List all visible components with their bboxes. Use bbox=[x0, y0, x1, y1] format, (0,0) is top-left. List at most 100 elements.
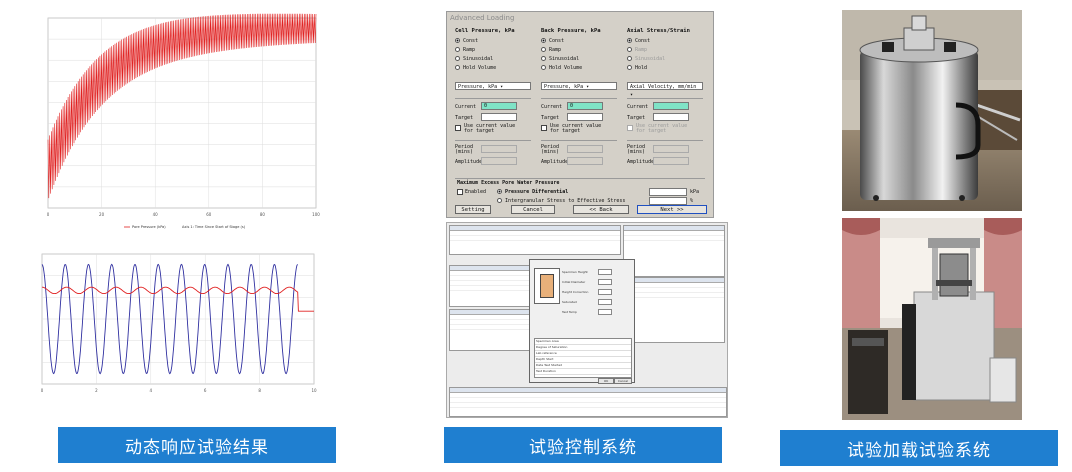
period-label: Period (mins) bbox=[541, 144, 560, 155]
load-mode-option[interactable]: Sinusoidal bbox=[455, 54, 539, 63]
cancel-button[interactable]: Cancel bbox=[511, 205, 555, 214]
period-label: Period (mins) bbox=[627, 144, 646, 155]
column-heading: Back Pressure, kPa bbox=[541, 28, 601, 34]
column-heading: Axial Stress/Strain bbox=[627, 28, 690, 34]
current-field[interactable]: 0 bbox=[567, 102, 603, 110]
current-label: Current bbox=[627, 104, 649, 110]
load-mode-option[interactable]: Const bbox=[455, 36, 539, 45]
use-current-checkbox[interactable] bbox=[627, 125, 633, 131]
loading-column: Back Pressure, kPa Const Ramp Sinusoidal Hol… bbox=[541, 28, 625, 72]
current-field[interactable]: 0 bbox=[481, 102, 517, 110]
radio-icon bbox=[627, 56, 632, 61]
right-info-pane bbox=[633, 277, 725, 343]
load-mode-option[interactable]: Ramp bbox=[455, 45, 539, 54]
option-label: Ramp bbox=[463, 46, 476, 53]
radio-icon bbox=[455, 65, 460, 70]
load-mode-option[interactable]: Const bbox=[541, 36, 625, 45]
radio-icon bbox=[541, 56, 546, 61]
option-label: Sinusoidal bbox=[549, 55, 580, 62]
radio-icon bbox=[541, 65, 546, 70]
load-mode-option[interactable]: Hold Volume bbox=[455, 63, 539, 72]
separator bbox=[627, 98, 703, 99]
loading-column: Cell Pressure, kPa Const Ramp Sinusoidal Hol… bbox=[455, 28, 539, 72]
excess-pressure-title: Maximum Excess Pore Water Pressure bbox=[457, 180, 560, 186]
next-button[interactable]: Next >> bbox=[637, 205, 707, 214]
unit-select[interactable]: Pressure, kPa ▾ bbox=[455, 82, 531, 90]
amplitude-field[interactable] bbox=[567, 157, 603, 165]
separator bbox=[541, 140, 617, 141]
loading-column: Axial Stress/Strain Const Ramp Sinusoidal Ho… bbox=[627, 28, 711, 72]
x-tick-label: 60 bbox=[206, 212, 212, 217]
load-mode-option[interactable]: Const bbox=[627, 36, 711, 45]
pressure-differential-label: Pressure Differential bbox=[505, 189, 569, 195]
separator bbox=[455, 98, 531, 99]
back-button[interactable]: << Back bbox=[573, 205, 629, 214]
period-label: Period (mins) bbox=[455, 144, 474, 155]
unit-select[interactable]: Axial Velocity, mm/min ▾ bbox=[627, 82, 703, 98]
load-mode-option[interactable]: Ramp bbox=[627, 45, 711, 54]
legend-entry: Axis 1: Time Since Start of Stage (s) bbox=[182, 225, 246, 229]
x-tick-label: 2 bbox=[95, 388, 98, 393]
period-field[interactable] bbox=[653, 145, 689, 153]
specimen-field-label: Specimen Height bbox=[562, 270, 588, 274]
x-tick-label: 8 bbox=[258, 388, 261, 393]
caption-control-system: 试验控制系统 bbox=[444, 427, 722, 463]
specimen-field-input[interactable] bbox=[598, 299, 612, 305]
pore-pressure-chart: 0 20 40 60 80 100 Pore Pressure (kPa) Axis 1: T… bbox=[47, 13, 320, 229]
legend-entry: Pore Pressure (kPa) bbox=[132, 225, 166, 229]
option-label: Const bbox=[463, 37, 479, 44]
dynamic-stress-chart-panel: 0 2 4 6 8 10 bbox=[32, 246, 324, 402]
specimen-field-input[interactable] bbox=[598, 269, 612, 275]
radio-icon bbox=[455, 47, 460, 52]
enabled-checkbox[interactable] bbox=[457, 189, 463, 195]
load-mode-option[interactable]: Hold Volume bbox=[541, 63, 625, 72]
load-mode-option[interactable]: Ramp bbox=[541, 45, 625, 54]
setting-button[interactable]: Setting bbox=[455, 205, 491, 214]
period-field[interactable] bbox=[481, 145, 517, 153]
current-label: Current bbox=[455, 104, 477, 110]
load-mode-option[interactable]: Hold bbox=[627, 63, 711, 72]
stages-pane bbox=[449, 265, 535, 307]
target-field[interactable] bbox=[567, 113, 603, 121]
target-label: Target bbox=[627, 115, 646, 121]
amplitude-label: Amplitude bbox=[455, 159, 483, 165]
load-mode-option[interactable]: Sinusoidal bbox=[627, 54, 711, 63]
specimen-field-label: Test Temp bbox=[562, 310, 577, 314]
period-field[interactable] bbox=[567, 145, 603, 153]
sw-ok-button[interactable]: OK bbox=[598, 378, 614, 384]
caption-dynamic-response: 动态响应试验结果 bbox=[58, 427, 336, 463]
sw-cancel-button[interactable]: Cancel bbox=[614, 378, 632, 384]
ratio-field[interactable] bbox=[649, 197, 687, 205]
log-pane bbox=[449, 387, 727, 417]
specimen-field-input[interactable] bbox=[598, 289, 612, 295]
use-current-label: Use current value for target bbox=[464, 123, 516, 134]
target-field[interactable] bbox=[481, 113, 517, 121]
use-current-checkbox[interactable] bbox=[541, 125, 547, 131]
current-field[interactable] bbox=[653, 102, 689, 110]
x-tick-label: 100 bbox=[312, 212, 320, 217]
load-mode-option[interactable]: Sinusoidal bbox=[541, 54, 625, 63]
specimen-field-label: Saturated bbox=[562, 300, 577, 304]
intergranular-ratio-label: Intergranular Stress to Effective Stress bbox=[505, 198, 626, 204]
specimen-icon bbox=[540, 274, 554, 298]
x-tick-label: 40 bbox=[153, 212, 159, 217]
specimen-field-input[interactable] bbox=[598, 279, 612, 285]
amplitude-field[interactable] bbox=[481, 157, 517, 165]
x-tick-label: 6 bbox=[204, 388, 207, 393]
control-software-screenshot: Specimen Height Initial Diameter Height Co… bbox=[446, 222, 728, 418]
top-list-pane bbox=[449, 225, 621, 255]
option-label: Const bbox=[635, 37, 651, 44]
specimen-field-label: Height Correction bbox=[562, 290, 589, 294]
separator bbox=[541, 98, 617, 99]
x-tick-label: 0 bbox=[47, 212, 50, 217]
intergranular-ratio-radio[interactable] bbox=[497, 198, 502, 203]
use-current-checkbox[interactable] bbox=[455, 125, 461, 131]
target-field[interactable] bbox=[653, 113, 689, 121]
kpa-unit: kPa bbox=[690, 189, 700, 195]
unit-select[interactable]: Pressure, kPa ▾ bbox=[541, 82, 617, 90]
amplitude-field[interactable] bbox=[653, 157, 689, 165]
pressure-differential-radio[interactable] bbox=[497, 189, 502, 194]
pressure-chamber-photo bbox=[842, 10, 1022, 211]
pressure-differential-field[interactable] bbox=[649, 188, 687, 196]
specimen-field-input[interactable] bbox=[598, 309, 612, 315]
